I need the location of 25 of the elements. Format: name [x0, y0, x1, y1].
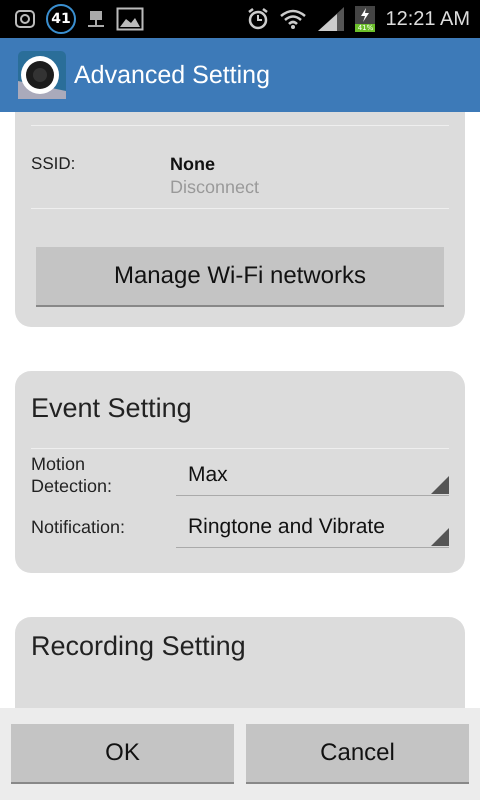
screen-title: Advanced Setting [74, 60, 270, 90]
clock: 12:21 AM [385, 8, 470, 30]
dialog-button[interactable]: OK [11, 724, 234, 784]
section-heading: Recording Setting [31, 630, 247, 662]
alarm-icon [247, 7, 270, 31]
notification-count: 41 [46, 4, 76, 34]
dropdown[interactable]: Ringtone and Vibrate [176, 506, 449, 548]
dropdown-arrow-icon [431, 476, 449, 494]
dialog-button[interactable]: Cancel [246, 724, 469, 784]
signal-icon [317, 7, 346, 31]
ssid-label: SSID: [31, 154, 76, 175]
image-icon [116, 7, 144, 31]
ssid-value: None [170, 154, 216, 175]
setting-label: Notification: [31, 516, 126, 538]
dropdown[interactable]: Max [176, 454, 449, 496]
lightning-icon [360, 8, 370, 22]
manage-wifi-button[interactable]: Manage Wi-Fi networks [36, 247, 444, 307]
network-icon [86, 8, 106, 30]
setting-label: Motion Detection: [31, 452, 114, 498]
connection-status: Disconnect [170, 177, 260, 198]
app-icon[interactable] [18, 51, 66, 99]
section-heading: Event Setting [31, 392, 193, 425]
dropdown-arrow-icon [431, 528, 449, 546]
camera-icon [14, 8, 36, 30]
wifi-icon [279, 8, 308, 30]
